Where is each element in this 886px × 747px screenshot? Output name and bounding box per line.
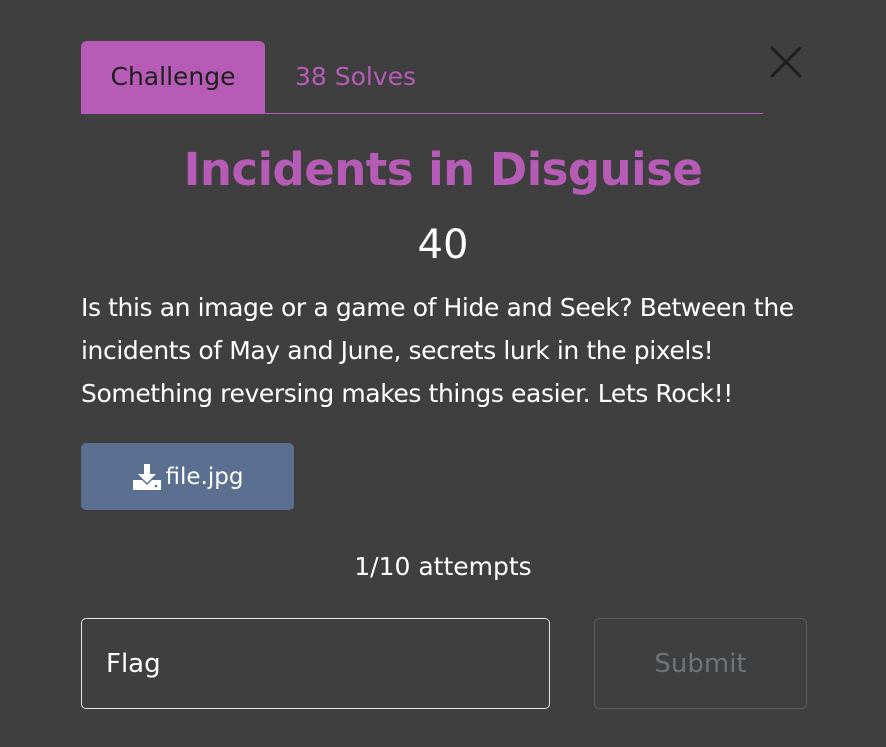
download-icon [132, 463, 162, 491]
challenge-points: 40 [417, 222, 469, 268]
submit-button[interactable]: Submit [594, 618, 807, 709]
download-file-button[interactable]: file.jpg [81, 443, 294, 510]
flag-input[interactable] [81, 618, 550, 709]
tab-challenge[interactable]: Challenge [81, 41, 265, 113]
attempts-counter: 1/10 attempts [354, 552, 532, 581]
challenge-description: Is this an image or a game of Hide and S… [81, 293, 794, 408]
challenge-tabs: Challenge 38 Solves [81, 41, 763, 114]
challenge-title: Incidents in Disguise [183, 143, 703, 196]
close-icon[interactable] [770, 46, 802, 78]
challenge-modal: Challenge 38 Solves Incidents in Disguis… [0, 0, 886, 747]
tab-solves[interactable]: 38 Solves [295, 41, 416, 113]
file-name: file.jpg [165, 463, 244, 490]
